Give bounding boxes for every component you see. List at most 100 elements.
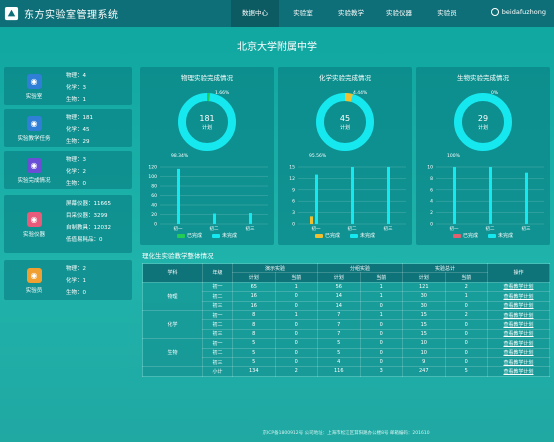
legend-done: 已完成 [176,232,202,239]
view-plan-link[interactable]: 查看教学计划 [503,284,533,290]
th-plan: 计划 [402,272,446,283]
stat-value: 目采仪器：3299 [66,213,108,219]
table-row: 初二 8 0 7 0 15 0 查看教学计划 [143,319,550,330]
cell-value: 16 [232,291,276,302]
cell-value: 8 [232,319,276,330]
bar-undone [351,167,354,224]
cell-grade: 初二 [202,291,233,302]
stat-value: 物理：2 [66,266,86,272]
view-plan-link[interactable]: 查看教学计划 [503,322,533,328]
bar-undone [387,167,390,224]
stat-value: 生物：29 [66,139,90,145]
cell-grade: 初三 [202,356,233,368]
view-plan-link[interactable]: 查看教学计划 [503,350,533,356]
stat-card-5[interactable]: ◉ 实验员 物理：2 化学：1 生物：0 [4,260,132,300]
x-tick-label: 初一 [450,225,459,232]
cell-value: 65 [232,281,276,293]
main-nav: 数据中心 实验室 实验教学 实验仪器 实验员 [231,0,471,27]
cell-value: 8 [232,328,276,340]
cell-subject [142,366,203,377]
view-plan-link[interactable]: 查看教学计划 [503,369,533,375]
cell-value: 1 [359,281,403,293]
stat-card-4[interactable]: ◉ 实验仪器 屏幕仪器：11665 目采仪器：3299 自制教具：12032 低值易耗品：… [4,195,132,253]
bar-done [310,216,313,224]
clock-icon: ◉ [26,116,42,131]
y-tick-label: 8 [430,176,433,182]
cell-value: 5 [232,356,276,368]
cell-value: 247 [402,366,446,377]
stat-value: 生物：0 [66,181,86,187]
cell-value: 7 [317,328,361,340]
cell-grade: 初一 [202,338,233,349]
cell-value: 0 [359,356,403,368]
cell-value: 0 [444,328,488,340]
stat-card-3[interactable]: ◉ 实验完成情况 物理：3 化学：2 生物：0 [4,151,132,189]
cell-value: 0 [359,328,403,340]
cell-subject: 化学 [142,309,203,340]
cell-value: 9 [402,356,446,368]
cell-value: 7 [317,309,361,321]
nav-lab[interactable]: 实验室 [279,0,327,27]
y-tick-label: 60 [151,193,157,199]
chart-legend: 已完成 未完成 [140,232,274,239]
th-total: 实验总计 [402,262,488,274]
table-row: 初二 5 0 5 0 10 0 查看教学计划 [143,347,550,358]
bar-undone [525,172,528,224]
undone-pct-label: 100% [447,153,461,159]
bar-undone [177,168,180,224]
nav-teaching[interactable]: 实验教学 [327,0,375,27]
cell-value: 10 [402,347,446,358]
y-tick-label: 0 [430,222,433,228]
panel-chart: 181计划 1.66% 98.34% 120 100 80 60 40 20 0 初一 初二 初三 [148,90,268,232]
nav-data-center[interactable]: 数据中心 [231,0,279,27]
cell-value: 3 [359,366,403,377]
done-pct-label: 1.66% [215,90,230,96]
cell-value: 0 [359,319,403,330]
nav-staff[interactable]: 实验员 [423,0,471,27]
cell-grade: 小计 [202,366,233,377]
y-tick-label: 2 [430,210,433,216]
y-tick-label: 100 [148,174,157,180]
view-plan-link[interactable]: 查看教学计划 [503,341,533,347]
cell-value: 30 [402,291,446,302]
th-cur: 当前 [444,272,488,283]
chart-legend: 已完成 未完成 [278,232,412,239]
cell-value: 15 [402,319,446,330]
y-tick-label: 6 [430,187,433,193]
cell-value: 1 [359,291,403,302]
view-plan-link[interactable]: 查看教学计划 [503,313,533,319]
view-plan-link[interactable]: 查看教学计划 [503,303,533,309]
cell-value: 1 [274,309,318,321]
stat-card-2[interactable]: ◉ 实验教学任务 物理：181 化学：45 生物：29 [4,109,132,147]
cell-value: 7 [317,319,361,330]
school-title: 北京大学附属中学 [237,42,317,53]
y-tick-label: 3 [292,210,295,216]
cell-value: 30 [402,300,446,311]
cell-value: 4 [317,356,361,368]
y-tick-label: 15 [289,165,295,171]
cell-value: 134 [232,366,276,377]
stat-card-1[interactable]: ◉ 实验室 物理：4 化学：3 生物：1 [4,67,132,105]
view-plan-link[interactable]: 查看教学计划 [503,294,533,300]
chart-legend: 已完成 未完成 [416,232,550,239]
stat-value: 化学：2 [66,169,86,175]
view-plan-link[interactable]: 查看教学计划 [503,331,533,337]
table-row: 生物 初一 5 0 5 0 10 0 查看教学计划 [142,338,550,368]
cell-value: 0 [359,347,403,358]
x-tick-label: 初一 [174,225,183,232]
y-tick-label: 12 [289,176,295,182]
table-row: 化学 初一 8 1 7 1 15 2 查看教学计划 [142,309,550,340]
stat-value: 自制教具：12032 [66,225,111,231]
cell-grade: 初一 [202,281,233,293]
stat-card-label: 实验员 [25,288,43,294]
view-plan-link[interactable]: 查看教学计划 [503,360,533,366]
user-menu[interactable]: beidafuzhong [490,8,546,16]
panel-1: 物理实验完成情况 181 计划 1.66% 98.34% 120 100 80 60 40 20 0 初… [140,67,274,245]
stat-value: 生物：0 [66,290,86,296]
cell-grade: 初二 [202,347,233,358]
th-group: 分组实验 [317,262,403,274]
cell-value: 0 [359,338,403,349]
stat-card-header: ◉ 实验室 [8,74,60,100]
nav-instruments[interactable]: 实验仪器 [375,0,423,27]
bar-undone [315,174,318,224]
